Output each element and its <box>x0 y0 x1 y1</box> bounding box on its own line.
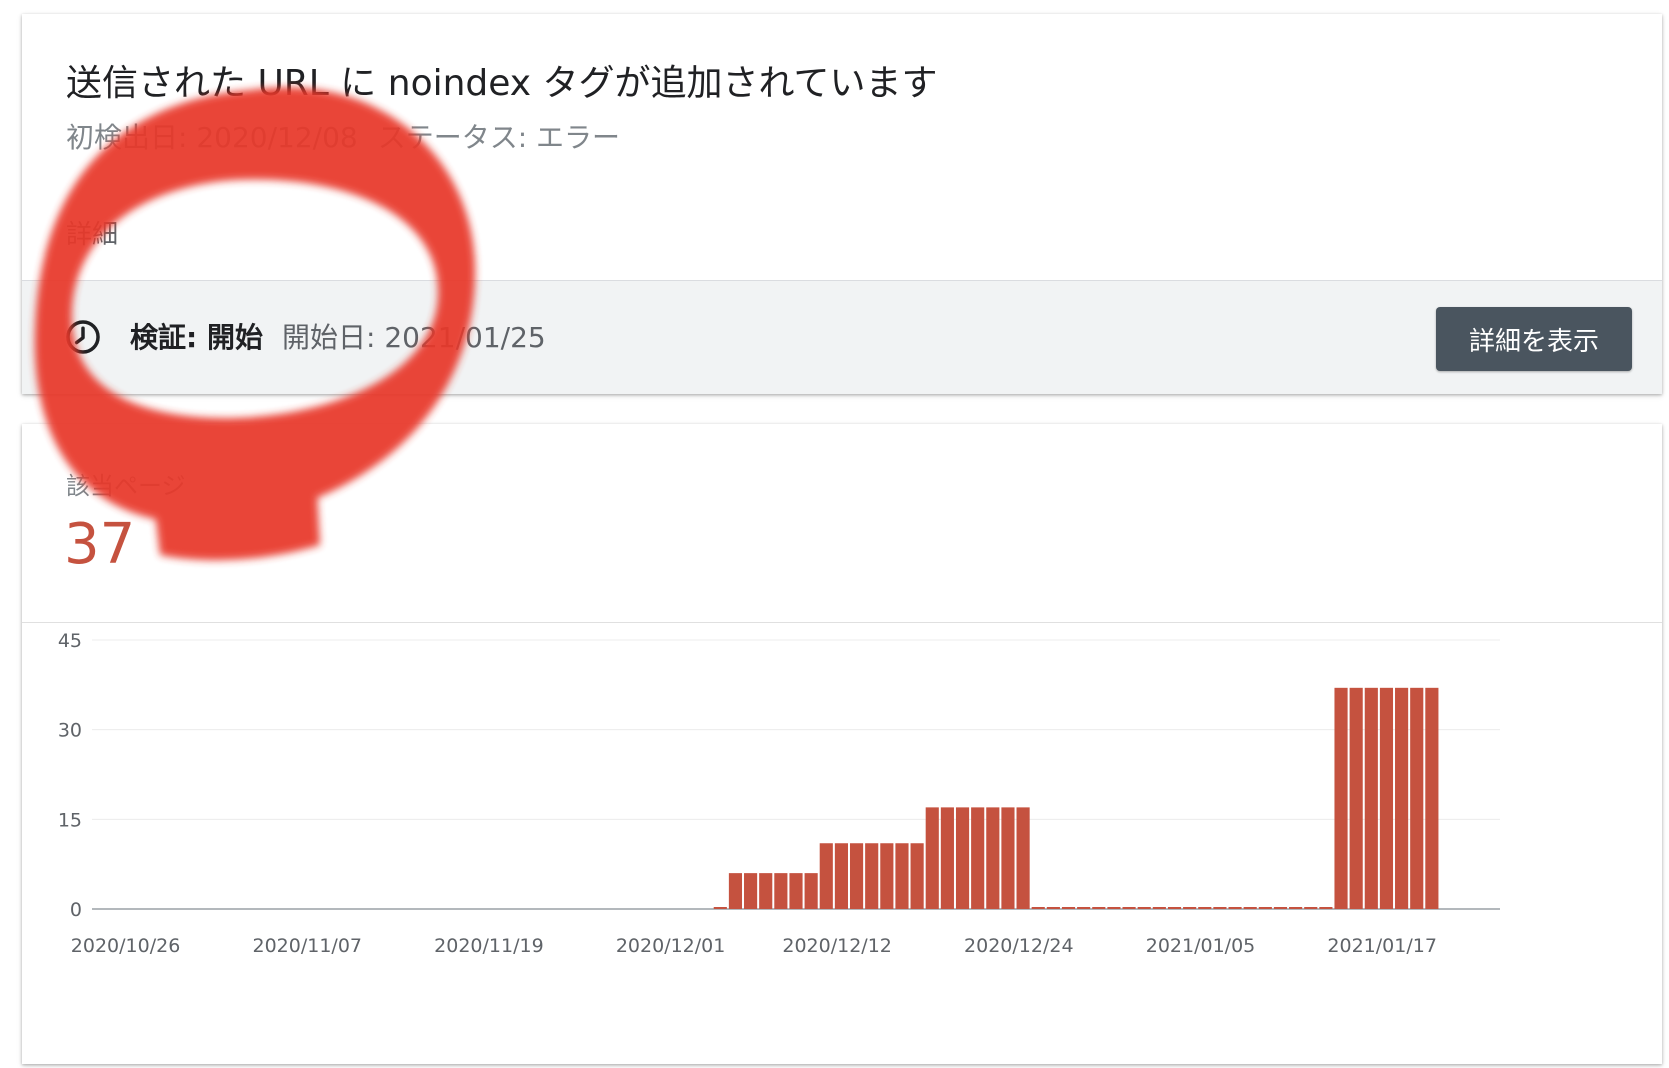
chart-bar <box>1349 687 1363 909</box>
validation-bar: 検証: 開始 開始日: 2021/01/25 詳細を表示 <box>22 280 1662 394</box>
validation-status: 検証: 開始 <box>130 321 263 354</box>
chart-bar <box>1410 687 1424 909</box>
show-details-button[interactable]: 詳細を表示 <box>1436 307 1632 371</box>
chart-bar <box>1319 907 1333 909</box>
chart-bar <box>880 843 894 909</box>
x-tick-label: 2020/12/24 <box>964 935 1074 957</box>
x-tick-label: 2021/01/05 <box>1146 935 1256 957</box>
chart-bar <box>1122 907 1136 909</box>
chart-bar <box>713 907 727 909</box>
first-detected-date: 初検出日: 2020/12/08 <box>66 121 358 154</box>
chart-bar <box>1304 907 1318 909</box>
clock-icon <box>66 320 100 354</box>
chart-bar <box>940 807 954 909</box>
chart-bar <box>986 807 1000 909</box>
chart-bar <box>925 807 939 909</box>
chart-bar <box>1046 907 1060 909</box>
chart-bar <box>744 873 758 909</box>
chart-bar <box>1364 687 1378 909</box>
y-tick-label: 30 <box>58 720 82 742</box>
details-heading: 詳細 <box>66 220 119 250</box>
chart-bar <box>1061 907 1076 909</box>
affected-pages-card: 該当ページ 37 0 15 30 45 2020/10/26 2020/11/07 2020… <box>22 424 1662 1064</box>
chart-bar <box>865 843 879 909</box>
chart-bar <box>895 843 909 909</box>
chart-bar <box>1152 907 1166 909</box>
issue-status: ステータス: エラー <box>377 121 621 154</box>
x-tick-label: 2020/12/12 <box>782 935 892 957</box>
chart-bar <box>759 873 773 909</box>
chart-bar <box>1183 907 1197 909</box>
chart-bar <box>819 843 833 909</box>
chart-bar <box>1016 807 1030 909</box>
y-tick-label: 15 <box>58 809 82 831</box>
chart-bar <box>1273 907 1288 909</box>
chart-bar <box>1334 687 1348 909</box>
chart-bar <box>1137 907 1151 909</box>
y-tick-label: 45 <box>58 630 82 652</box>
chart-bar <box>1077 907 1091 909</box>
chart-bar <box>1167 907 1182 909</box>
chart-bar <box>1289 907 1303 909</box>
chart-bar <box>1031 907 1045 909</box>
chart-bar <box>1258 907 1272 909</box>
x-tick-label: 2020/11/07 <box>252 935 362 957</box>
x-tick-label: 2020/12/01 <box>616 935 726 957</box>
chart-bar <box>1395 687 1409 909</box>
chart-bar <box>1198 907 1212 909</box>
x-tick-label: 2020/10/26 <box>71 935 181 957</box>
x-tick-label: 2021/01/17 <box>1327 935 1437 957</box>
x-tick-label: 2020/11/19 <box>434 935 544 957</box>
issue-summary-card: 送信された URL に noindex タグが追加されています 初検出日: 20… <box>22 14 1662 394</box>
validation-start-date: 開始日: 2021/01/25 <box>282 321 546 354</box>
chart-bar <box>1228 907 1242 909</box>
issue-title: 送信された URL に noindex タグが追加されています <box>66 63 938 104</box>
chart-bar <box>971 807 985 909</box>
issue-meta: 初検出日: 2020/12/08 ステータス: エラー <box>66 116 620 156</box>
chart-bar <box>728 873 743 909</box>
chart-bar <box>955 807 970 909</box>
chart-bar <box>1425 687 1439 909</box>
chart-bar <box>1243 907 1257 909</box>
chart-bar <box>1107 907 1121 909</box>
search-console-issue-page: 送信された URL に noindex タグが追加されています 初検出日: 20… <box>0 0 1669 1068</box>
y-tick-label: 0 <box>70 899 82 921</box>
chart-bar <box>1001 807 1015 909</box>
chart-bar <box>789 873 803 909</box>
chart-bar <box>1092 907 1106 909</box>
chart-bar <box>834 843 848 909</box>
chart-bar <box>1213 907 1227 909</box>
chart-bar <box>774 873 788 909</box>
chart-bar <box>849 843 864 909</box>
chart-bar <box>1379 687 1394 909</box>
chart-bar <box>910 843 924 909</box>
affected-pages-chart: 0 15 30 45 2020/10/26 2020/11/07 2020/11/19 202… <box>58 630 1500 957</box>
chart-bar <box>804 873 818 909</box>
